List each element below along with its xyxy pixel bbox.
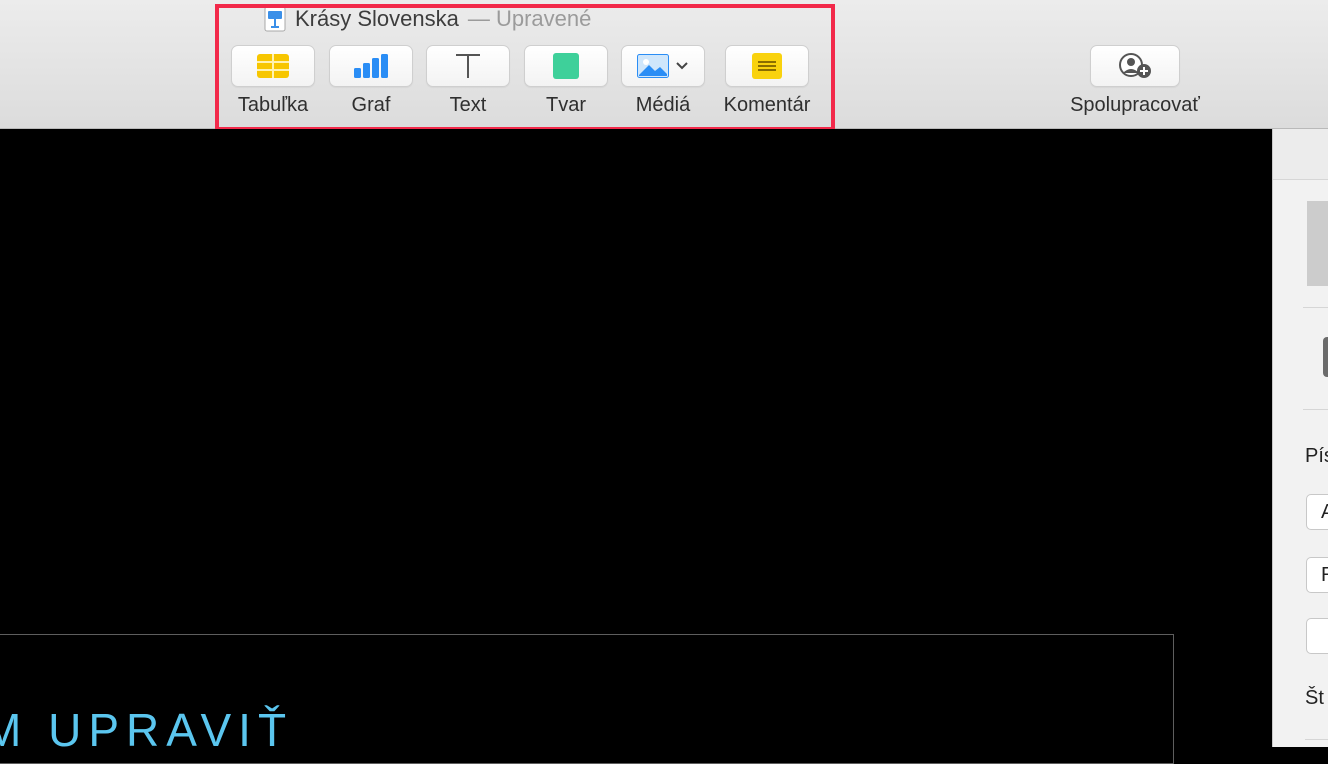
document-status: — Upravené [467, 6, 592, 31]
shape-icon [553, 53, 579, 79]
font-size-field[interactable] [1306, 618, 1328, 654]
media-icon [637, 54, 669, 78]
text-button[interactable] [426, 45, 510, 87]
chart-icon [354, 54, 388, 78]
comment-tool[interactable]: Komentár [724, 45, 810, 116]
comment-label: Komentár [723, 94, 811, 116]
style-thumbnail[interactable] [1307, 201, 1328, 286]
chart-button[interactable] [329, 45, 413, 87]
text-icon [456, 54, 480, 78]
comment-button[interactable] [725, 45, 809, 87]
window-title: Krásy Slovenska — Upravené [264, 5, 591, 33]
collaborate-icon [1119, 53, 1151, 78]
comment-icon [752, 53, 782, 79]
sidebar-divider [1303, 307, 1328, 308]
font-style-select[interactable]: R [1306, 557, 1328, 593]
table-tool[interactable]: Tabuľka [230, 45, 316, 116]
sidebar-tab-button[interactable] [1323, 337, 1328, 377]
chart-tool[interactable]: Graf [328, 45, 414, 116]
media-button[interactable] [621, 45, 705, 87]
sidebar-divider [1303, 409, 1328, 410]
collaborate-label: Spolupracovať [1070, 94, 1200, 116]
collaborate-tool[interactable]: Spolupracovať [1070, 45, 1200, 116]
shape-tool[interactable]: Tvar [523, 45, 609, 116]
toolbar: Krásy Slovenska — Upravené Tabuľka Graf [0, 0, 1328, 131]
media-tool[interactable]: Médiá [620, 45, 706, 116]
keynote-document-icon [264, 6, 286, 32]
slide-placeholder-text[interactable]: M UPRAVIŤ [0, 703, 293, 757]
table-button[interactable] [231, 45, 315, 87]
text-tool[interactable]: Text [425, 45, 511, 116]
text-box-frame[interactable]: M UPRAVIŤ [0, 634, 1174, 764]
document-title: Krásy Slovenska [295, 6, 459, 31]
font-family-select[interactable]: A [1306, 494, 1328, 530]
shape-button[interactable] [524, 45, 608, 87]
chevron-down-icon [676, 62, 688, 70]
format-sidebar: Pís A R Št [1272, 129, 1328, 747]
font-section-label: Pís [1305, 445, 1328, 467]
sidebar-header [1273, 129, 1328, 180]
style-section-label: Št [1305, 687, 1324, 709]
collaborate-button[interactable] [1090, 45, 1180, 87]
table-icon [257, 54, 289, 78]
slide-canvas[interactable]: M UPRAVIŤ [0, 129, 1272, 764]
sidebar-divider [1305, 739, 1328, 740]
